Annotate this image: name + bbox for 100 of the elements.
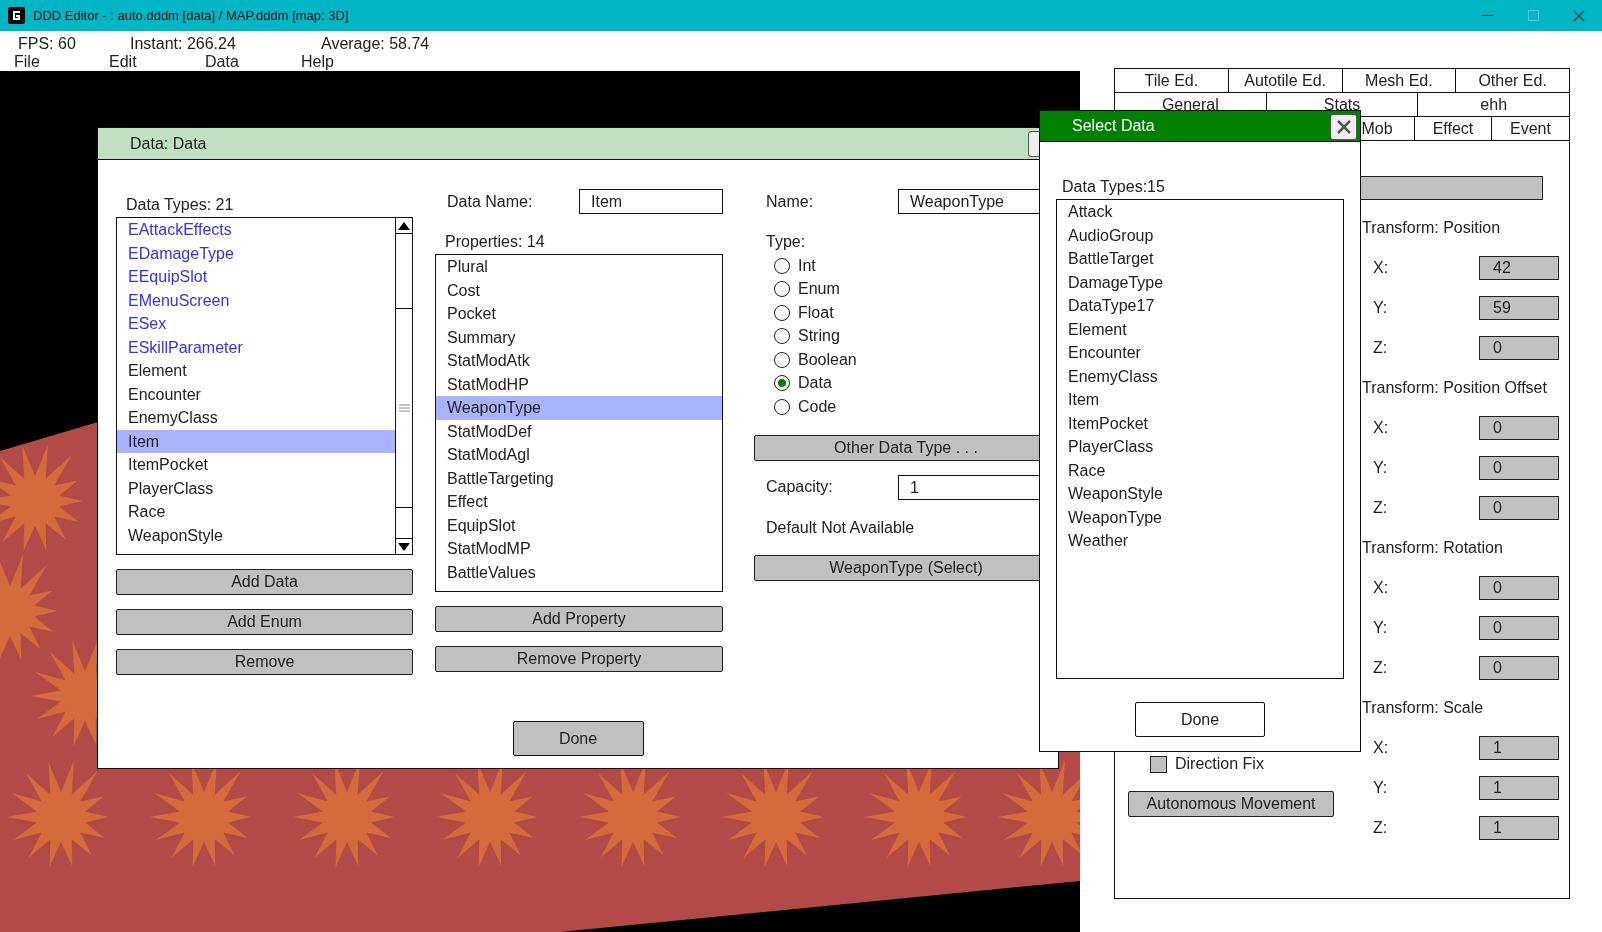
list-item[interactable]: Pocket [436,302,722,326]
section-label: Transform: Position Offset [1361,378,1547,398]
done-button[interactable]: Done [1135,702,1265,737]
list-item[interactable]: Attack [1057,200,1343,224]
number-field[interactable]: 1 [1479,816,1559,840]
list-item[interactable]: StatModAtk [436,349,722,373]
number-field[interactable]: 42 [1479,256,1559,280]
action-button[interactable]: Remove Property [435,646,723,672]
number-field[interactable]: 59 [1479,296,1559,320]
list-item[interactable]: Race [117,500,395,524]
tab[interactable]: Tile Ed. [1115,69,1229,93]
number-field[interactable]: 0 [1479,616,1559,640]
list-item[interactable]: BattleTargeting [436,466,722,490]
list-item[interactable]: WeaponType [436,396,722,420]
radio-label: Int [798,256,816,275]
list-item[interactable]: ItemPocket [117,453,395,477]
list-item[interactable]: Item [1057,388,1343,412]
close-icon [1573,9,1585,22]
field-label: Data Name: [447,192,533,210]
list-item[interactable]: Race [1057,458,1343,482]
list-item[interactable]: EnemyClass [117,406,395,430]
menu-item[interactable]: Data [205,53,239,71]
list-item[interactable]: DataType17 [1057,294,1343,318]
list-item[interactable]: EnemyClass [1057,364,1343,388]
close-icon [1336,120,1351,134]
radio-label: Float [798,303,834,322]
list-item[interactable]: Effect [436,490,722,514]
list-item[interactable]: ItemPocket [1057,411,1343,435]
tab[interactable]: Autotile Ed. [1228,69,1343,93]
radio-label: Code [798,397,837,416]
list-item[interactable]: Element [1057,317,1343,341]
list-item[interactable]: Weather [1057,529,1343,553]
action-button[interactable]: Remove [116,649,413,675]
list-item[interactable]: EAttackEffects [117,218,395,242]
autonomous-movement-button[interactable]: Autonomous Movement [1128,791,1334,817]
scrollbar-thumb[interactable] [396,308,412,508]
list-item[interactable]: PlayerClass [1057,435,1343,459]
number-field[interactable]: 0 [1479,576,1559,600]
data-name-field[interactable]: Item [579,189,723,214]
list-item[interactable]: WeaponStyle [117,523,395,547]
section-label: Transform: Position [1361,218,1501,238]
number-field[interactable]: 0 [1479,336,1559,360]
dialog-title: Select Data [1072,117,1155,135]
stat-text: Instant: 266.24 [130,34,236,54]
axis-label: Y: [1373,299,1388,317]
list-item[interactable]: EDamageType [117,241,395,265]
section-label: Transform: Rotation [1361,538,1503,558]
list-item[interactable]: ESex [117,312,395,336]
list-label: Data Types: 21 [125,195,234,215]
list-item[interactable]: WeaponStyle [1057,482,1343,506]
list-item[interactable]: Plural [436,255,722,279]
list-item[interactable]: BattleValues [436,560,722,584]
menu-item[interactable]: Help [301,53,334,71]
axis-label: Z: [1373,499,1388,517]
menu-item[interactable]: Edit [109,53,137,71]
axis-label: X: [1373,259,1389,277]
axis-label: Z: [1373,659,1388,677]
action-button[interactable]: Add Enum [116,609,413,635]
field-label: Capacity: [766,478,833,495]
list-item[interactable]: Item [117,429,395,453]
number-field[interactable]: 0 [1479,416,1559,440]
radio-label: String [798,327,840,346]
list-item[interactable]: StatModHP [436,372,722,396]
list-item[interactable]: StatModMP [436,537,722,561]
list-item[interactable]: BattleTarget [1057,247,1343,271]
action-button[interactable]: Add Property [435,606,723,632]
list-label: Properties: 14 [444,232,545,252]
list-item[interactable]: Encounter [1057,341,1343,365]
list-item[interactable]: ESkillParameter [117,335,395,359]
minimize-icon [1481,14,1493,17]
tab[interactable]: Effect [1415,117,1492,141]
radio-label: Data [798,374,832,393]
menu-item[interactable]: File [14,53,40,71]
list-item[interactable]: Encounter [117,382,395,406]
list-item[interactable]: EquipSlot [436,513,722,537]
list-item[interactable]: PlayerClass [117,476,395,500]
number-field[interactable]: 0 [1479,456,1559,480]
close-button[interactable] [1330,114,1357,140]
window-title: DDD Editor - : auto.dddm [data] / MAP.dddm [map: 3D] [33,8,349,23]
number-field[interactable]: 0 [1479,496,1559,520]
list-item[interactable]: AudioGroup [1057,223,1343,247]
checkbox[interactable] [1150,755,1167,773]
done-button[interactable]: Done [512,721,644,756]
list-item[interactable]: EMenuScreen [117,288,395,312]
list-item[interactable]: DamageType [1057,270,1343,294]
list-item[interactable]: Cost [436,278,722,302]
action-button[interactable]: Add Data [116,569,413,595]
axis-label: Z: [1373,339,1388,357]
list-item[interactable]: EEquipSlot [117,265,395,289]
number-field[interactable]: 0 [1479,656,1559,680]
list-item[interactable]: Summary [436,325,722,349]
list-item[interactable]: WeaponType [1057,505,1343,529]
tab[interactable]: Mesh Ed. [1342,69,1457,93]
field-label: Name: [766,192,814,210]
list-item[interactable]: StatModDef [436,419,722,443]
number-field[interactable]: 1 [1479,776,1559,800]
list-item[interactable]: StatModAgl [436,443,722,467]
list-item[interactable]: Element [117,359,395,383]
field-label: Type: [765,232,806,252]
number-field[interactable]: 1 [1479,736,1559,760]
